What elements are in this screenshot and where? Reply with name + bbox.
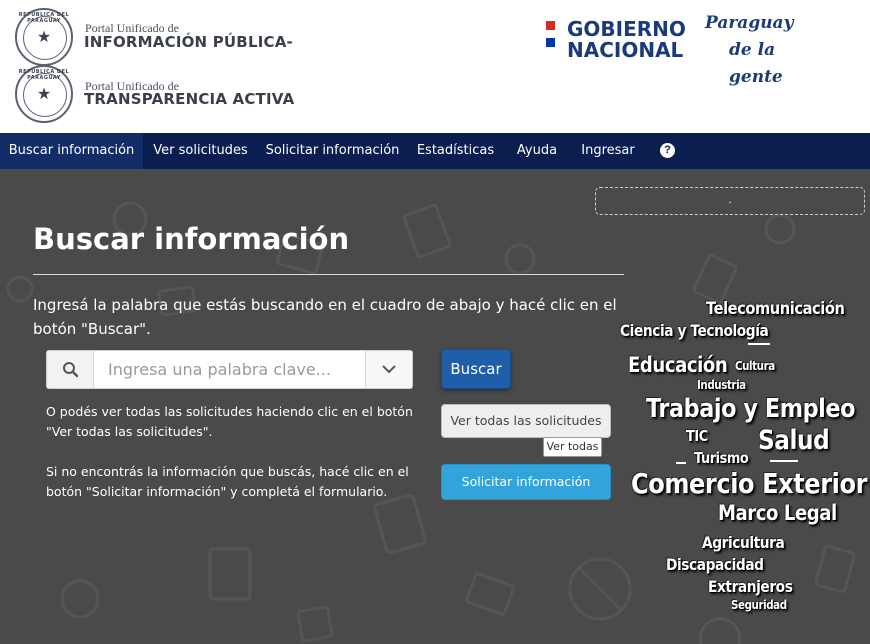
tag-tic[interactable]: TIC [686,427,708,445]
nav-ayuda[interactable]: Ayuda [504,133,570,169]
tag-telecomunicacion[interactable]: Telecomunicación [706,299,845,319]
tag-discapacidad[interactable]: Discapacidad [666,555,764,574]
tag-trabajo-empleo[interactable]: Trabajo y Empleo [646,394,856,424]
search-button[interactable]: Buscar [441,349,511,389]
tag-seguridad[interactable]: Seguridad [731,598,787,612]
divider [748,343,770,345]
portal-info-title[interactable]: INFORMACIÓN PÚBLICA- [84,33,293,51]
divider [770,460,798,462]
tag-extranjeros[interactable]: Extranjeros [708,577,793,596]
star-icon: ★ [36,84,52,103]
nav-ver-solicitudes[interactable]: Ver solicitudes [143,133,258,169]
slogan-line2: de la gente [729,40,783,87]
title-divider [33,274,624,275]
intro-text: Ingresá la palabra que estás buscando en… [33,296,617,338]
slogan-line1: Paraguay [705,13,794,33]
search-input[interactable] [95,351,365,388]
ver-todas-help-text: O podés ver todas las solicitudes hacien… [46,404,413,439]
portal-transparencia-title[interactable]: TRANSPARENCIA ACTIVA [84,90,294,108]
nacional-line: NACIONAL [567,38,684,62]
page-title: Buscar información [33,222,350,256]
tag-comercio-exterior[interactable]: Comercio Exterior [631,467,867,500]
ver-todas-button[interactable]: Ver todas las solicitudes [441,404,611,438]
tag-marco-legal[interactable]: Marco Legal [718,501,837,525]
tag-industria[interactable]: Industria [697,378,746,392]
nav-estadisticas[interactable]: Estadísticas [407,133,504,169]
paraguay-seal-icon[interactable]: REPÚBLICA DEL PARAGUAY ★ [15,65,73,123]
tag-salud[interactable]: Salud [758,425,830,456]
search-group [46,350,413,389]
star-icon: ★ [36,27,52,46]
gobierno-nacional-logo: GOBIERNO NACIONAL [567,19,686,61]
flag-icon [546,21,556,55]
tag-cultura[interactable]: Cultura [735,359,775,373]
search-icon [47,351,94,388]
nav-ingresar[interactable]: Ingresar [570,133,646,169]
seal-ring-text: REPÚBLICA DEL PARAGUAY [18,12,70,24]
seal-ring-text: REPÚBLICA DEL PARAGUAY [18,69,70,81]
tooltip: Ver todas [543,437,602,457]
tag-ciencia-tecnologia[interactable]: Ciencia y Tecnología [620,321,769,340]
solicitar-informacion-button[interactable]: Solicitar información [441,464,611,500]
notice-box: . [595,187,865,215]
main-navigation: Buscar información Ver solicitudes Solic… [0,133,870,169]
tag-agricultura[interactable]: Agricultura [702,533,785,552]
nav-buscar-informacion[interactable]: Buscar información [0,133,143,169]
gobierno-line: GOBIERNO [567,17,686,41]
tag-educacion[interactable]: Educación [628,353,728,377]
divider [676,462,686,464]
solicitar-help-text: Si no encontrás la información que buscá… [46,464,409,499]
search-section: . Buscar información Ingresá la palabra … [0,169,870,644]
tag-turismo[interactable]: Turismo [694,449,749,467]
site-header: REPÚBLICA DEL PARAGUAY ★ Portal Unificad… [0,0,870,133]
slogan-logo: Paraguay de la gente [705,10,825,91]
nav-solicitar-informacion[interactable]: Solicitar información [258,133,407,169]
question-circle-icon[interactable]: ? [660,143,675,158]
chevron-down-icon[interactable] [365,351,412,388]
paraguay-seal-icon[interactable]: REPÚBLICA DEL PARAGUAY ★ [15,8,73,66]
